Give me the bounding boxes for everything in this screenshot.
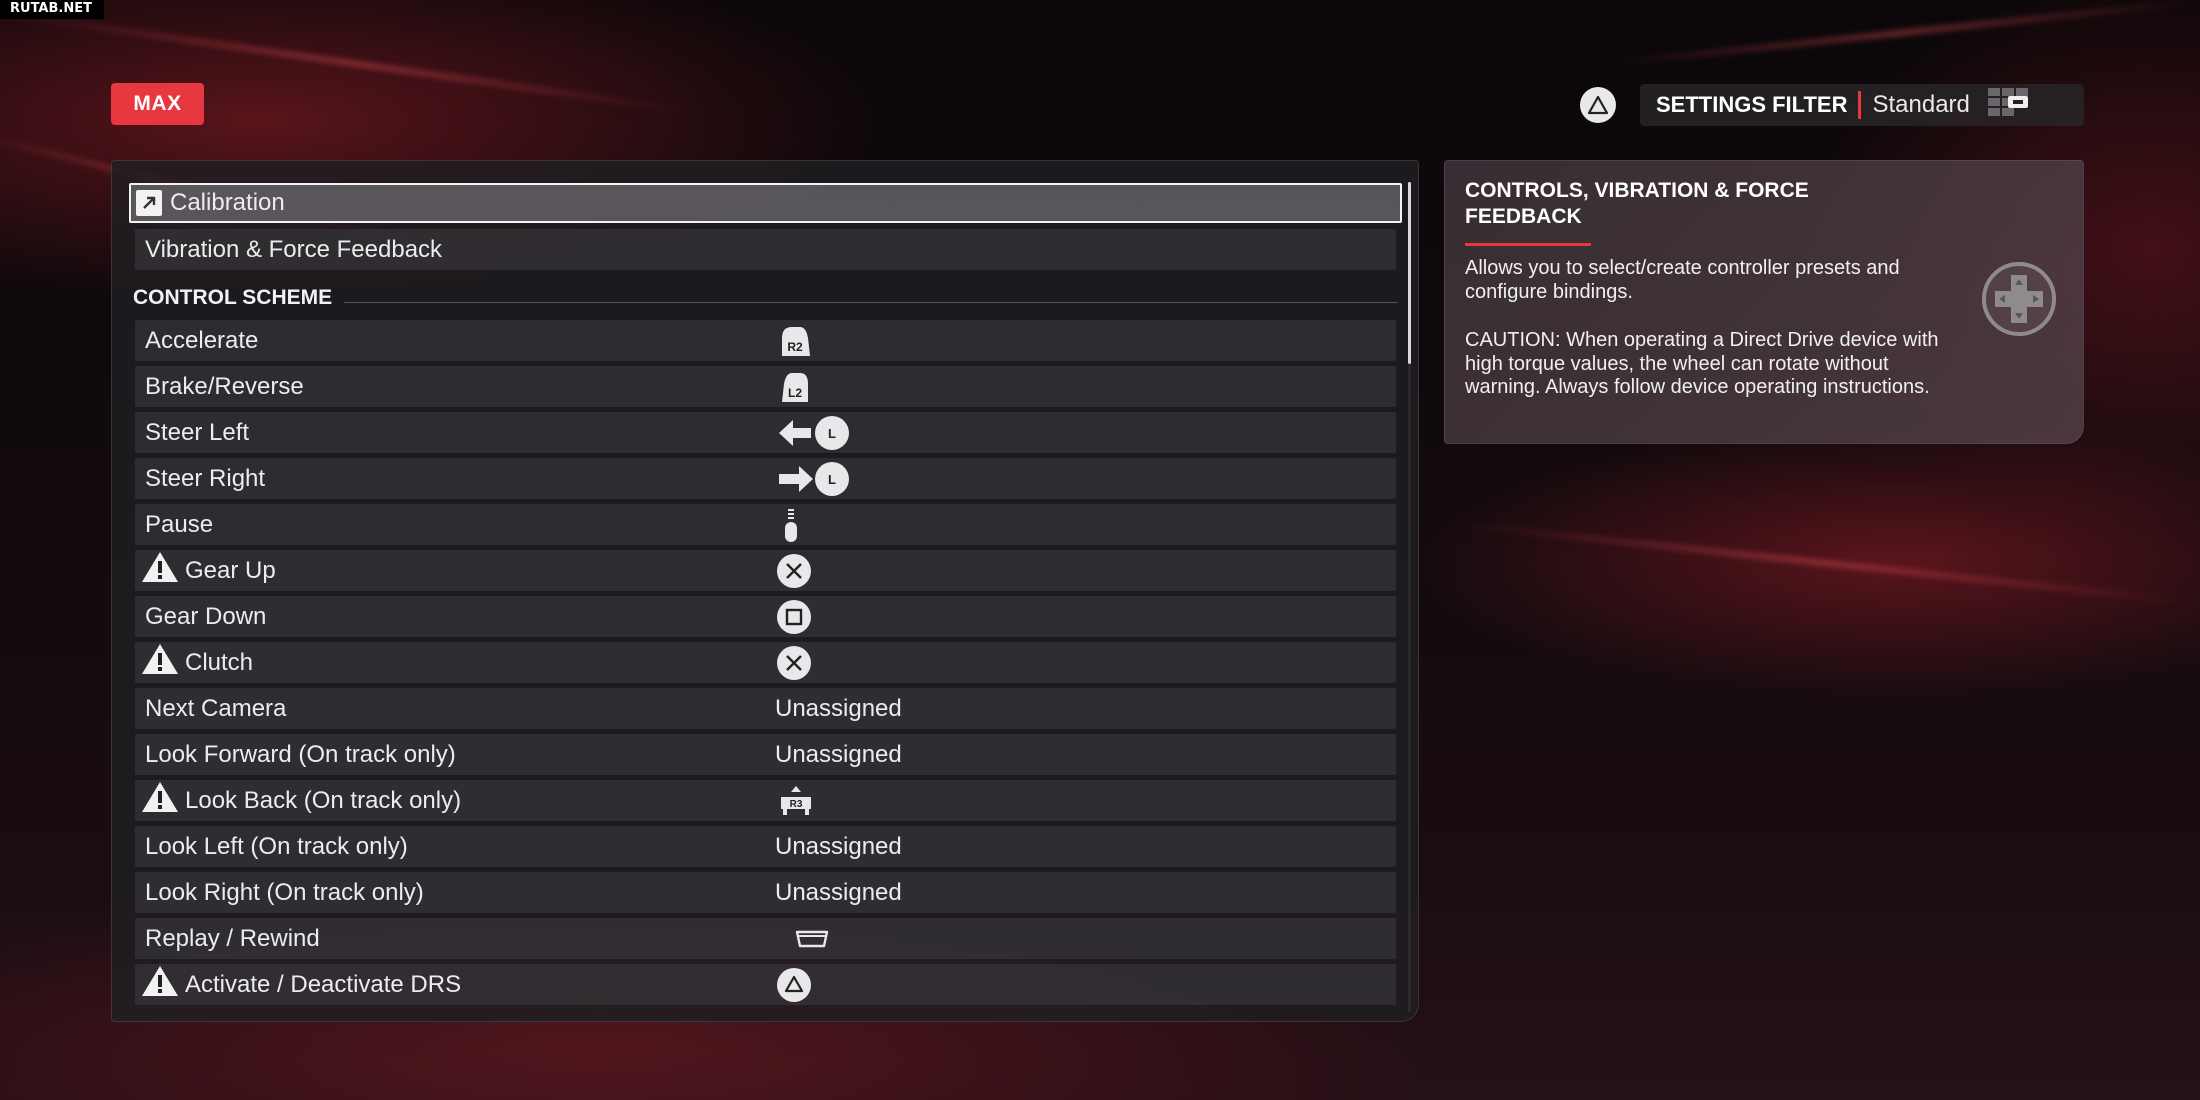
binding-row-steer-right[interactable]: Steer Right L <box>135 458 1396 499</box>
menu-item-label: Calibration <box>170 189 285 216</box>
section-divider <box>344 301 1398 303</box>
binding-row-label: Look Forward (On track only) <box>145 740 456 768</box>
r3-button-icon: R3 <box>777 780 815 821</box>
left-stick-left-icon: L <box>777 412 853 453</box>
menu-item-calibration[interactable]: Calibration <box>129 183 1402 223</box>
max-badge: MAX <box>111 83 204 125</box>
triangle-button-icon[interactable] <box>1580 87 1616 123</box>
menu-item-vibration[interactable]: Vibration & Force Feedback <box>135 229 1396 270</box>
menu-item-calibration-content: Calibration <box>136 189 285 217</box>
binding-row-label: Gear Down <box>145 602 267 630</box>
binding-row-label: Clutch <box>185 648 254 676</box>
warning-icon <box>141 780 179 821</box>
watermark: RUTAB.NET <box>0 0 104 19</box>
binding-value: Unassigned <box>775 694 902 722</box>
warning-icon <box>141 550 179 591</box>
warning-icon <box>141 642 179 683</box>
svg-text:L: L <box>828 472 836 487</box>
binding-row-steer-left[interactable]: Steer Left L <box>135 412 1396 453</box>
svg-text:L: L <box>828 426 836 441</box>
binding-row-label-group: Activate / Deactivate DRS <box>141 964 461 1005</box>
binding-row-label: Accelerate <box>145 326 259 354</box>
scrollbar-thumb[interactable] <box>1408 182 1411 364</box>
binding-row-look-back[interactable]: Look Back (On track only) R3 <box>135 780 1396 821</box>
svg-text:L2: L2 <box>788 386 802 400</box>
warning-icon <box>141 964 179 1005</box>
settings-filter[interactable]: SETTINGS FILTER Standard <box>1640 84 2084 126</box>
settings-filter-value: Standard <box>1872 91 1970 118</box>
binding-row-label: Next Camera <box>145 694 287 722</box>
cross-button-icon <box>776 642 812 683</box>
external-link-icon <box>136 190 162 216</box>
binding-row-label-group: Clutch <box>141 642 253 683</box>
binding-row-accelerate[interactable]: Accelerate R2 <box>135 320 1396 361</box>
info-title-underline <box>1465 243 1591 246</box>
binding-row-label-group: Gear Up <box>141 550 276 591</box>
binding-row-replay-rewind[interactable]: Replay / Rewind <box>135 918 1396 959</box>
binding-row-label: Steer Left <box>145 418 250 446</box>
background-streak <box>1451 520 2199 606</box>
binding-row-label: Look Right (On track only) <box>145 878 424 906</box>
svg-text:R3: R3 <box>790 799 803 810</box>
binding-row-label: Activate / Deactivate DRS <box>185 970 462 998</box>
binding-row-label: Brake/Reverse <box>145 372 304 400</box>
left-stick-right-icon: L <box>777 458 853 499</box>
menu-item-label: Vibration & Force Feedback <box>145 235 443 263</box>
svg-text:R2: R2 <box>787 340 803 354</box>
r2-trigger-icon: R2 <box>778 320 812 361</box>
options-button-icon <box>781 504 801 545</box>
info-panel: CONTROLS, VIBRATION & FORCE FEEDBACK All… <box>1444 160 2084 444</box>
dpad-icon <box>1981 261 2057 342</box>
triangle-button-icon <box>776 964 812 1005</box>
square-button-icon <box>776 596 812 637</box>
background-streak <box>2 11 698 115</box>
binding-value: Unassigned <box>775 740 902 768</box>
binding-value: Unassigned <box>775 878 902 906</box>
settings-filter-divider <box>1858 91 1862 119</box>
binding-row-label: Pause <box>145 510 214 538</box>
binding-row-pause[interactable]: Pause <box>135 504 1396 545</box>
section-title: CONTROL SCHEME <box>133 286 333 309</box>
binding-row-look-forward[interactable]: Look Forward (On track only) Unassigned <box>135 734 1396 775</box>
info-caution: CAUTION: When operating a Direct Drive d… <box>1465 329 1939 398</box>
binding-row-gear-down[interactable]: Gear Down <box>135 596 1396 637</box>
binding-row-label: Look Back (On track only) <box>185 786 462 814</box>
binding-row-brake-reverse[interactable]: Brake/Reverse L2 <box>135 366 1396 407</box>
background-streak <box>1601 0 2199 68</box>
l2-trigger-icon: L2 <box>778 366 812 407</box>
section-header-control-scheme: CONTROL SCHEME <box>133 286 1398 310</box>
binding-row-gear-up[interactable]: Gear Up <box>135 550 1396 591</box>
binding-row-look-right[interactable]: Look Right (On track only) Unassigned <box>135 872 1396 913</box>
touchpad-icon <box>795 918 829 959</box>
binding-row-clutch[interactable]: Clutch <box>135 642 1396 683</box>
binding-row-label: Replay / Rewind <box>145 924 320 952</box>
binding-row-label: Steer Right <box>145 464 266 492</box>
binding-row-next-camera[interactable]: Next Camera Unassigned <box>135 688 1396 729</box>
cross-button-icon <box>776 550 812 591</box>
filter-grid-icon <box>1986 86 2038 125</box>
binding-row-label: Look Left (On track only) <box>145 832 408 860</box>
binding-row-drs[interactable]: Activate / Deactivate DRS <box>135 964 1396 1005</box>
info-description: Allows you to select/create controller p… <box>1465 257 1900 303</box>
binding-value: Unassigned <box>775 832 902 860</box>
info-title: CONTROLS, VIBRATION & FORCE FEEDBACK <box>1465 179 1809 228</box>
binding-row-label-group: Look Back (On track only) <box>141 780 461 821</box>
binding-row-look-left[interactable]: Look Left (On track only) Unassigned <box>135 826 1396 867</box>
binding-row-label: Gear Up <box>185 556 276 584</box>
settings-filter-label: SETTINGS FILTER <box>1656 92 1848 117</box>
